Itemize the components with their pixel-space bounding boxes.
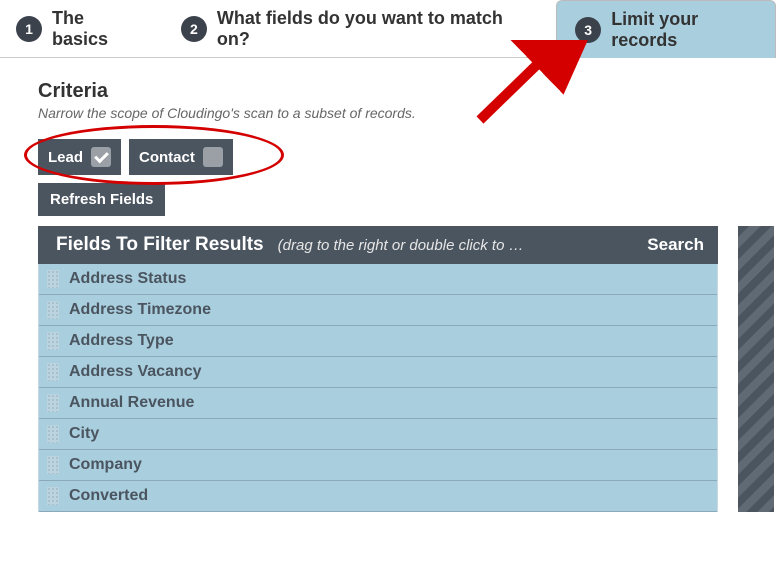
refresh-fields-button[interactable]: Refresh Fields [38, 183, 165, 216]
list-item[interactable]: Address Type [39, 326, 717, 357]
panel-header: Fields To Filter Results (drag to the ri… [38, 226, 718, 264]
lead-checkbox[interactable] [91, 147, 111, 167]
panel-title: Fields To Filter Results [56, 234, 264, 256]
drag-handle-icon[interactable] [47, 363, 59, 381]
drag-handle-icon[interactable] [47, 456, 59, 474]
tab-label: What fields do you want to match on? [217, 8, 518, 50]
list-item[interactable]: Company [39, 450, 717, 481]
contact-label: Contact [139, 149, 195, 166]
field-list: Address Status Address Timezone Address … [38, 264, 718, 512]
criteria-heading: Criteria [38, 80, 776, 103]
contact-toggle-button[interactable]: Contact [129, 139, 233, 175]
list-item[interactable]: Address Vacancy [39, 357, 717, 388]
field-label: Address Timezone [69, 301, 211, 319]
drag-handle-icon[interactable] [47, 332, 59, 350]
panel-hint: (drag to the right or double click to … [278, 237, 634, 254]
field-label: Address Vacancy [69, 363, 202, 381]
list-item[interactable]: Address Status [39, 264, 717, 295]
tab-label: The basics [52, 8, 137, 50]
drag-handle-icon[interactable] [47, 487, 59, 505]
drag-handle-icon[interactable] [47, 425, 59, 443]
drag-handle-icon[interactable] [47, 270, 59, 288]
field-label: City [69, 425, 99, 443]
list-item[interactable]: Address Timezone [39, 295, 717, 326]
tab-number: 3 [575, 17, 601, 43]
lead-toggle-button[interactable]: Lead [38, 139, 121, 175]
field-label: Converted [69, 487, 148, 505]
tab-number: 2 [181, 16, 207, 42]
drop-target-panel[interactable] [738, 226, 774, 512]
field-label: Address Type [69, 332, 174, 350]
search-button[interactable]: Search [647, 235, 704, 255]
tab-fields-match[interactable]: 2 What fields do you want to match on? [175, 0, 524, 57]
field-label: Address Status [69, 270, 186, 288]
wizard-tabs: 1 The basics 2 What fields do you want t… [0, 0, 776, 58]
contact-checkbox[interactable] [203, 147, 223, 167]
tab-label: Limit your records [611, 9, 757, 51]
list-item[interactable]: Converted [39, 481, 717, 512]
tab-limit-records[interactable]: 3 Limit your records [556, 0, 776, 58]
lead-label: Lead [48, 149, 83, 166]
field-label: Company [69, 456, 142, 474]
field-label: Annual Revenue [69, 394, 194, 412]
list-item[interactable]: Annual Revenue [39, 388, 717, 419]
tab-number: 1 [16, 16, 42, 42]
tab-basics[interactable]: 1 The basics [10, 0, 143, 57]
criteria-subtitle: Narrow the scope of Cloudingo's scan to … [38, 105, 776, 121]
list-item[interactable]: City [39, 419, 717, 450]
drag-handle-icon[interactable] [47, 301, 59, 319]
drag-handle-icon[interactable] [47, 394, 59, 412]
object-toggle-row: Lead Contact [38, 139, 776, 175]
fields-filter-panel: Fields To Filter Results (drag to the ri… [38, 226, 718, 512]
